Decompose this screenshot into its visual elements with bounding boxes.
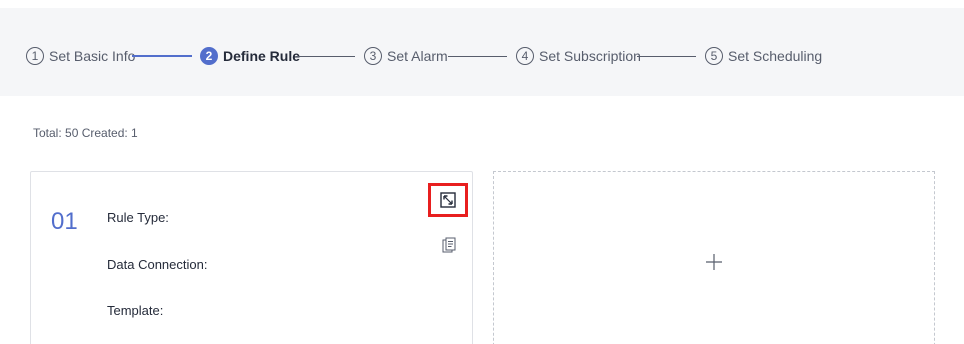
step-connector [448,56,507,57]
step-label: Set Subscription [539,48,641,64]
step-connector [637,56,696,57]
step-number: 3 [364,47,382,65]
rule-count-summary: Total: 50 Created: 1 [33,126,138,140]
step-connector [296,56,355,57]
step-label: Set Basic Info [49,48,136,64]
data-connection-label: Data Connection: [107,257,208,272]
step-set-basic-info[interactable]: 1 Set Basic Info [26,44,135,68]
step-number: 2 [200,47,218,65]
step-number: 5 [705,47,723,65]
rule-type-label: Rule Type: [107,210,169,225]
page: 1 Set Basic Info 2 Define Rule 3 Set Ala… [0,0,964,344]
step-label: Set Scheduling [728,48,823,64]
step-define-rule[interactable]: 2 Define Rule [200,44,300,68]
rule-card-index: 01 [51,208,78,235]
step-set-scheduling[interactable]: 5 Set Scheduling [705,44,822,68]
expand-icon-highlight[interactable] [428,183,468,217]
stepper: 1 Set Basic Info 2 Define Rule 3 Set Ala… [0,8,964,96]
step-number: 4 [516,47,534,65]
plus-icon [706,254,722,270]
step-label: Set Alarm [387,48,448,64]
template-label: Template: [107,303,164,318]
step-set-subscription[interactable]: 4 Set Subscription [516,44,641,68]
copy-icon[interactable] [442,237,456,253]
step-connector [132,55,192,57]
step-label: Define Rule [223,48,301,64]
step-number: 1 [26,47,44,65]
add-rule-card[interactable] [493,171,935,344]
expand-icon[interactable] [440,192,456,208]
rule-card: 01 Rule Type: Data Connection: Template: [30,171,473,344]
step-set-alarm[interactable]: 3 Set Alarm [364,44,448,68]
